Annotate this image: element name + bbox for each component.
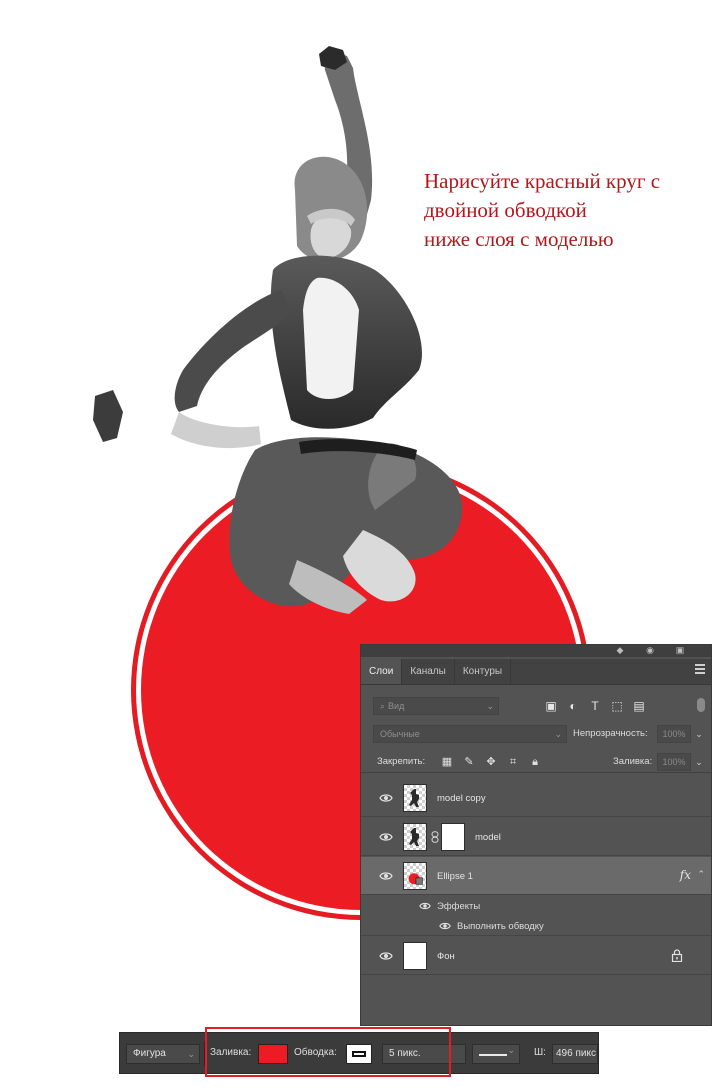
width-field[interactable]: 496 пикс [552,1044,598,1064]
layer-kind-filter[interactable]: ⌕ Вид ⌄ [373,697,499,715]
layer-row-model-copy[interactable]: model copy [361,779,711,817]
instruction-text: Нарисуйте красный круг с двойной обводко… [424,167,724,254]
type-filter-icon[interactable]: T [587,698,603,714]
tab-paths[interactable]: Контуры [455,659,512,684]
layer-row-model[interactable]: model [361,818,711,856]
tool-mode-select[interactable]: Фигура ⌄ [126,1044,200,1064]
filter-toggle[interactable] [697,698,705,712]
layer-name: Фон [437,951,455,962]
fill-label: Заливка: [613,756,653,767]
effects-row[interactable]: Эффекты [361,896,711,916]
image-filter-icon[interactable]: ▣ [543,698,559,714]
lock-artboard-icon[interactable]: ⌗ [505,754,521,770]
layer-row-ellipse-1[interactable]: Ellipse 1 fx ⌃ [361,857,711,895]
figure-thumb-icon [409,828,419,846]
smart-object-filter-icon[interactable]: ▤ [631,698,647,714]
effects-label: Эффекты [437,901,481,912]
effect-item-stroke[interactable]: Выполнить обводку [361,916,711,936]
panel-menu-icon[interactable] [695,664,705,676]
lock-icon [671,949,683,962]
dancer-silhouette [93,46,463,614]
effect-item-label: Выполнить обводку [457,921,544,932]
lock-row: Закрепить: ▦ ✎ ✥ ⌗ 🔒︎ Заливка: 100% ⌄ [361,751,711,773]
panel-top-strip: ◆ ◉ ▣ [361,645,711,657]
lock-pixels-icon[interactable]: ✎ [461,754,477,770]
collapse-icon[interactable]: ◆ [613,645,627,656]
filter-icons: ▣ ◐ T ⬚ ▤ [543,698,647,714]
eye-icon[interactable] [379,791,393,805]
lock-icons: ▦ ✎ ✥ ⌗ 🔒︎ [439,754,543,770]
chevron-down-icon: ⌄ [187,1049,195,1059]
width-value: 496 пикс [556,1048,596,1059]
eye-icon[interactable] [379,830,393,844]
fill-field[interactable]: 100% [657,753,691,771]
fill-chevron-icon[interactable]: ⌄ [693,753,705,771]
layers-panel: ◆ ◉ ▣ Слои Каналы Контуры ⌕ Вид ⌄ ▣ ◐ T ⬚… [360,644,712,1026]
eye-icon[interactable] [439,920,451,932]
layer-thumbnail [403,823,427,851]
opacity-field[interactable]: 100% [657,725,691,743]
adjustment-filter-icon[interactable]: ◐ [565,698,581,714]
instruction-line-1: Нарисуйте красный круг с [424,169,661,193]
blend-mode-select[interactable]: Обычные ⌄ [373,725,567,743]
panel-icon[interactable]: ▣ [673,645,687,656]
instruction-line-3: ниже слоя с моделью [424,227,614,251]
lock-position-icon[interactable]: ✥ [483,754,499,770]
layer-thumbnail [403,862,427,890]
layer-mask-thumbnail[interactable] [441,823,465,851]
dock-icon[interactable]: ◉ [643,645,657,656]
stroke-type-select[interactable]: ⌄ [472,1044,520,1064]
tab-channels[interactable]: Каналы [402,659,455,684]
link-icon[interactable] [431,831,439,843]
fx-icon[interactable]: fx [680,868,691,882]
blend-mode-value: Обычные [380,729,420,739]
blend-row: Обычные ⌄ Непрозрачность: 100% ⌄ [361,723,711,745]
lock-label: Закрепить: [377,756,426,767]
search-icon: ⌕ [380,701,386,711]
tab-layers[interactable]: Слои [361,659,403,684]
fill-stroke-highlight [205,1027,451,1077]
instruction-line-2: двойной обводкой [424,198,587,222]
layer-thumbnail [403,942,427,970]
eye-icon[interactable] [419,900,431,912]
chevron-up-icon[interactable]: ⌃ [697,869,705,880]
layer-row-background[interactable]: Фон [361,937,711,975]
shape-filter-icon[interactable]: ⬚ [609,698,625,714]
layer-name: Ellipse 1 [437,871,473,882]
panel-tabs: Слои Каналы Контуры [361,659,711,685]
lock-all-icon[interactable]: 🔒︎ [527,754,543,770]
chevron-down-icon: ⌄ [507,1045,515,1055]
opacity-chevron-icon[interactable]: ⌄ [693,725,705,743]
layer-name: model copy [437,793,486,804]
lock-transparency-icon[interactable]: ▦ [439,754,455,770]
eye-icon[interactable] [379,949,393,963]
width-label: Ш: [534,1047,546,1058]
chevron-down-icon: ⌄ [554,729,562,739]
layer-filter-row: ⌕ Вид ⌄ ▣ ◐ T ⬚ ▤ [361,695,711,717]
figure-thumb-icon [409,789,419,807]
chevron-down-icon: ⌄ [486,701,494,711]
layer-thumbnail [403,784,427,812]
layer-kind-label: Вид [388,701,405,711]
eye-icon[interactable] [379,869,393,883]
layer-name: model [475,832,501,843]
opacity-label: Непрозрачность: [573,728,648,739]
ellipse-thumb-icon [408,873,423,885]
tool-mode-value: Фигура [133,1048,166,1059]
